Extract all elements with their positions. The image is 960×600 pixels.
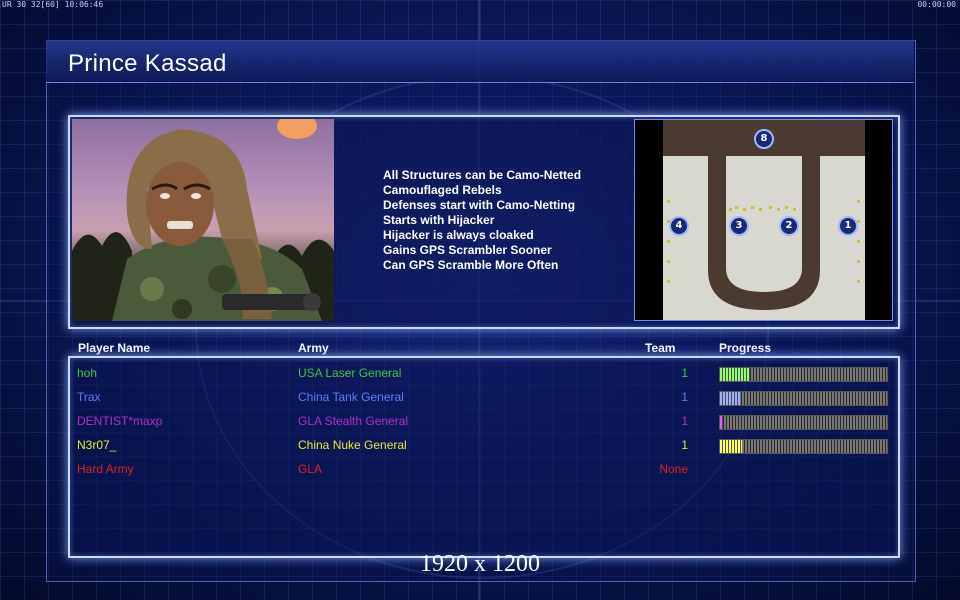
resolution-label: 1920 x 1200 [420, 551, 540, 577]
player-name: N3r07_ [77, 438, 117, 452]
general-portrait [72, 119, 334, 321]
soldier-figure [112, 129, 322, 321]
loading-progress-fill [720, 392, 741, 405]
player-team: None [659, 462, 688, 476]
feature-item: Camouflaged Rebels [383, 183, 502, 197]
map-spawn-marker: 8 [754, 129, 774, 149]
player-name: DENTIST*maxp [77, 414, 163, 428]
player-army: USA Laser General [298, 366, 402, 380]
loading-progress-fill [720, 440, 742, 453]
hud-fps-readout: UR 30 32[60] 10:06:46 [2, 0, 104, 9]
loading-progress-bar [719, 439, 888, 454]
feature-item: All Structures can be Camo-Netted [383, 168, 582, 182]
loading-progress-bar [719, 367, 888, 382]
loading-progress-fill [720, 416, 724, 429]
general-features-list: All Structures can be Camo-Netted Camouf… [383, 168, 581, 273]
player-row: DENTIST*maxp GLA Stealth General 1 [0, 414, 960, 432]
player-row: Hard Army GLA None [0, 462, 960, 480]
player-team: 1 [681, 438, 688, 452]
player-army: GLA [298, 462, 323, 476]
header-player-name: Player Name [78, 341, 151, 355]
map-spawn-marker: 3 [729, 216, 749, 236]
feature-item: Hijacker is always cloaked [383, 228, 534, 242]
player-army: China Nuke General [298, 438, 407, 452]
map-spawn-marker: 1 [838, 216, 858, 236]
player-team: 1 [681, 390, 688, 404]
loading-progress-bar [719, 415, 888, 430]
feature-item: Starts with Hijacker [383, 213, 495, 227]
player-name: Hard Army [77, 462, 134, 476]
player-team: 1 [681, 366, 688, 380]
hud-clock-readout: 00:00:00 [917, 0, 956, 9]
loading-progress-fill [720, 368, 751, 381]
header-progress: Progress [719, 341, 772, 355]
player-row: Trax China Tank General 1 [0, 390, 960, 408]
map-spawn-marker: 2 [779, 216, 799, 236]
player-army: China Tank General [298, 390, 404, 404]
loading-screen: UR 30 32[60] 10:06:46 00:00:00 Prince Ka… [0, 0, 960, 600]
feature-item: Can GPS Scramble More Often [383, 258, 559, 272]
map-preview: 8 4 3 2 1 [634, 119, 893, 321]
player-list-panel [68, 356, 900, 558]
loading-progress-bar [719, 391, 888, 406]
general-name-title: Prince Kassad [68, 50, 227, 77]
player-row: hoh USA Laser General 1 [0, 366, 960, 384]
player-name: Trax [77, 390, 101, 404]
map-spawn-marker: 4 [669, 216, 689, 236]
header-team: Team [645, 341, 676, 355]
feature-item: Gains GPS Scrambler Sooner [383, 243, 552, 257]
player-team: 1 [681, 414, 688, 428]
header-army: Army [298, 341, 329, 355]
player-name: hoh [77, 366, 98, 380]
player-row: N3r07_ China Nuke General 1 [0, 438, 960, 456]
feature-item: Defenses start with Camo-Netting [383, 198, 576, 212]
player-army: GLA Stealth General [298, 414, 409, 428]
